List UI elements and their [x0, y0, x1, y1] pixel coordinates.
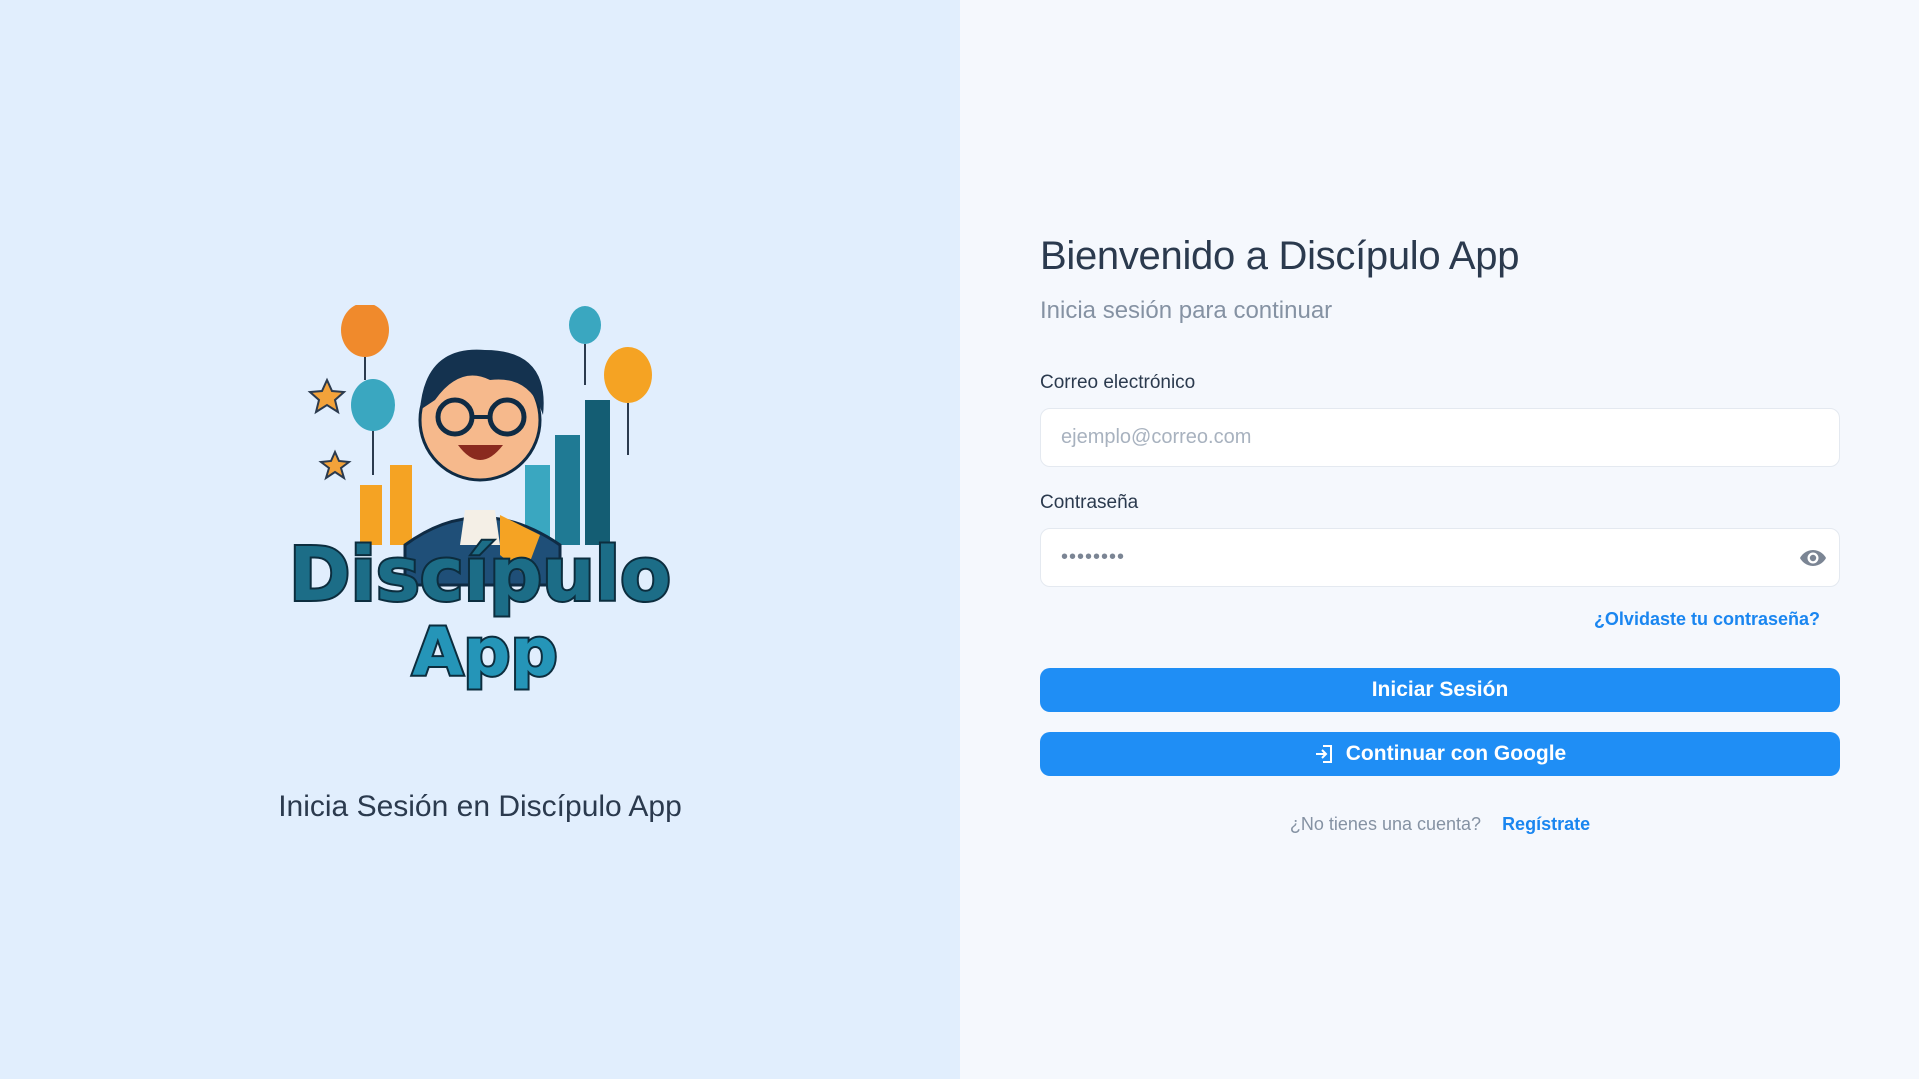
- signup-row: ¿No tienes una cuenta? Regístrate: [1040, 814, 1840, 835]
- password-field-wrapper: [1040, 528, 1840, 587]
- signup-prompt: ¿No tienes una cuenta?: [1289, 814, 1482, 834]
- page-title: Bienvenido a Discípulo App: [1040, 234, 1520, 278]
- password-label: Contraseña: [1040, 492, 1139, 513]
- brand-panel: Discípulo App Inicia Sesión en Discípulo…: [0, 0, 960, 1079]
- brand-caption: Inicia Sesión en Discípulo App: [278, 790, 682, 823]
- email-field[interactable]: [1041, 409, 1839, 466]
- balloon-orange-left: [341, 305, 389, 380]
- login-panel: Bienvenido a Discípulo App Inicia sesión…: [960, 0, 1919, 1079]
- login-form: Bienvenido a Discípulo App Inicia sesión…: [1040, 234, 1840, 835]
- login-page: Discípulo App Inicia Sesión en Discípulo…: [0, 0, 1919, 1079]
- login-icon: [1314, 744, 1334, 764]
- google-login-button[interactable]: Continuar con Google: [1040, 732, 1840, 776]
- logo-wordmark-line2: App: [412, 614, 558, 691]
- eye-icon: [1800, 550, 1826, 566]
- google-login-button-label: Continuar con Google: [1345, 742, 1567, 765]
- balloon-teal-right: [569, 306, 601, 385]
- forgot-password-row: ¿Olvidaste tu contraseña?: [1040, 609, 1840, 630]
- toggle-password-visibility-button[interactable]: [1797, 543, 1829, 573]
- star-icon: [318, 449, 352, 481]
- signup-link[interactable]: Regístrate: [1502, 814, 1590, 834]
- forgot-password-link[interactable]: ¿Olvidaste tu contraseña?: [1594, 609, 1820, 629]
- password-field[interactable]: [1041, 529, 1839, 586]
- balloon-teal-left: [351, 379, 395, 475]
- logo-wordmark-line1: Discípulo: [289, 532, 671, 618]
- email-label: Correo electrónico: [1040, 372, 1196, 393]
- login-button[interactable]: Iniciar Sesión: [1040, 668, 1840, 712]
- page-subtitle: Inicia sesión para continuar: [1040, 297, 1333, 324]
- login-button-label: Iniciar Sesión: [1371, 678, 1509, 701]
- app-logo: Discípulo App: [287, 305, 673, 693]
- star-icon: [307, 377, 347, 415]
- email-field-wrapper: [1040, 408, 1840, 467]
- balloon-orange-right: [604, 347, 652, 455]
